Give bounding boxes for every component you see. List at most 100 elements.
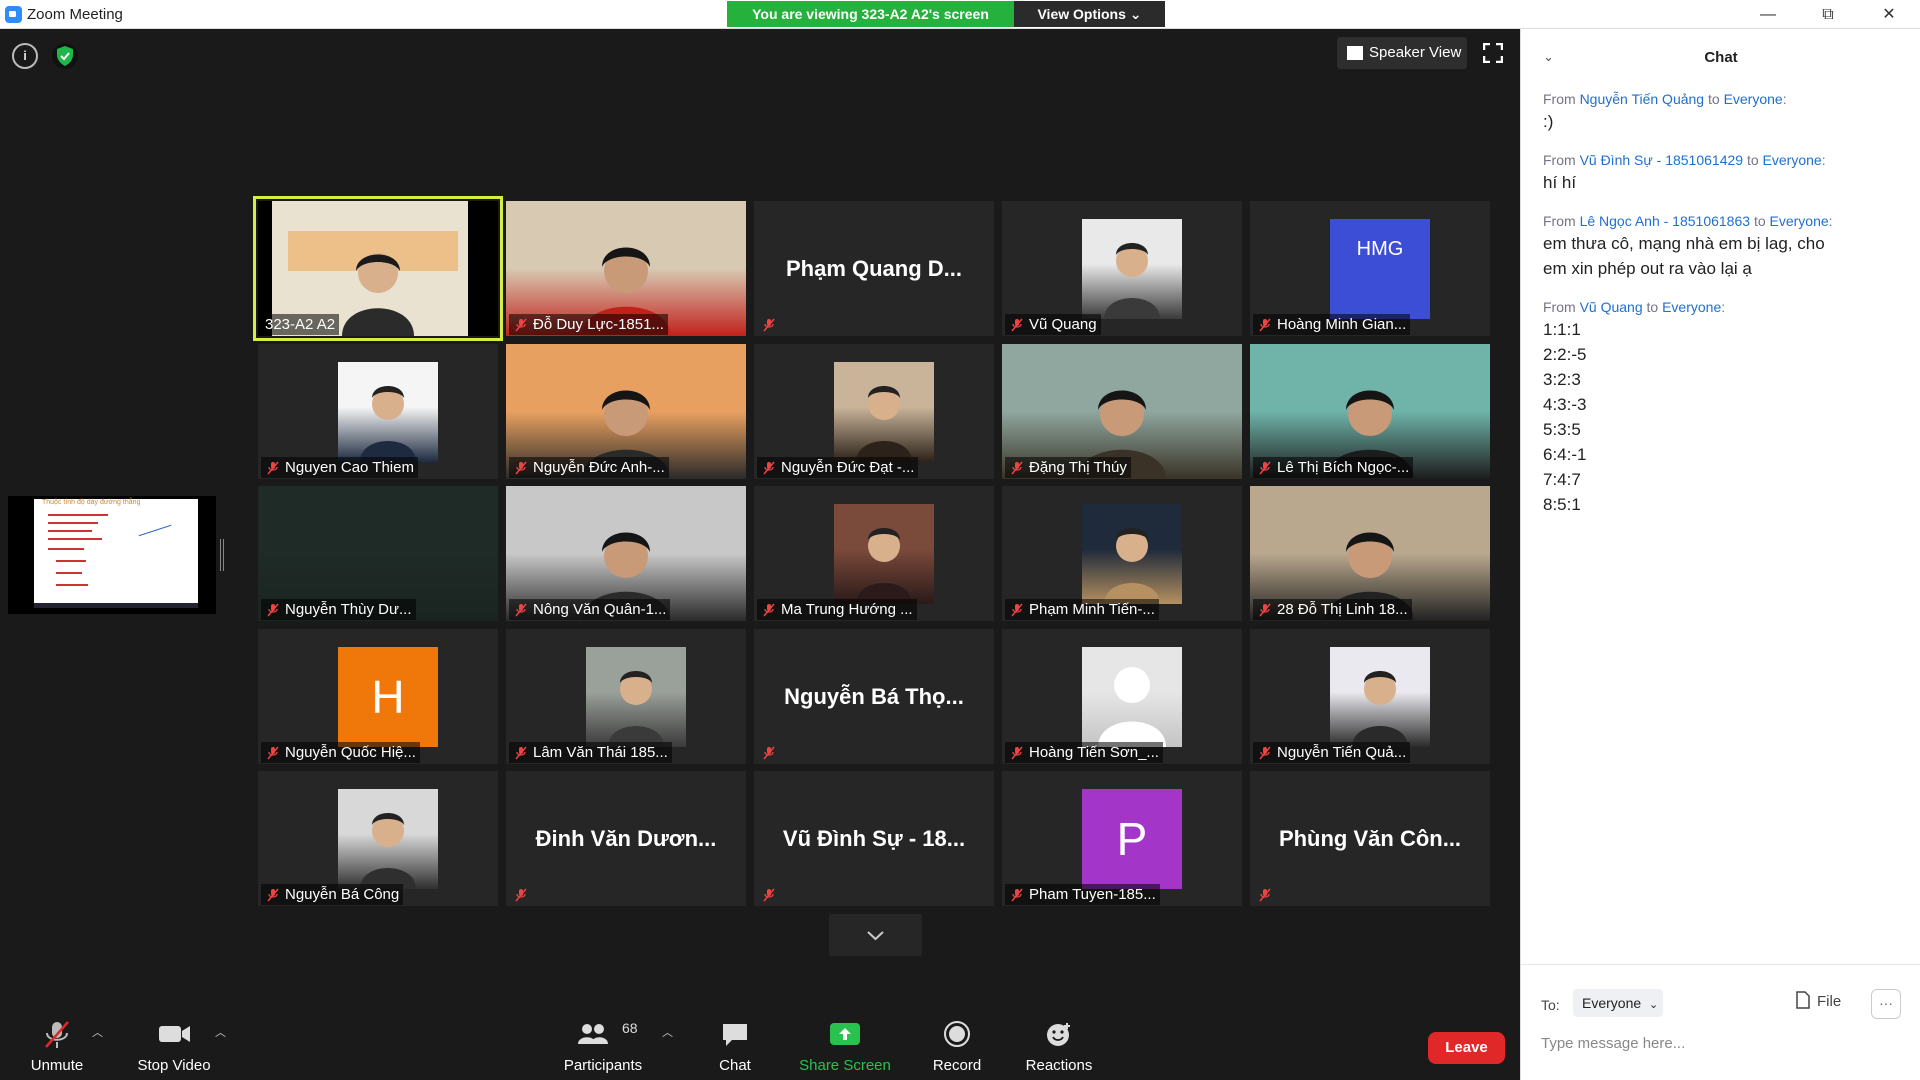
close-window-button[interactable]: ✕ bbox=[1866, 0, 1912, 29]
meeting-area: i Speaker View Thuộc tính độ dày đường t… bbox=[0, 29, 1520, 1080]
participant-name-label: Nông Văn Quân-1... bbox=[509, 599, 671, 620]
participant-tile[interactable]: Nguyễn Đức Anh-... bbox=[506, 344, 746, 479]
slide-text-line bbox=[56, 572, 82, 574]
participant-tile[interactable]: Nguyễn Đức Đạt -... bbox=[754, 344, 994, 479]
microphone-muted-icon bbox=[514, 888, 528, 902]
sender-name[interactable]: Lê Ngọc Anh - 1851061863 bbox=[1580, 213, 1750, 229]
share-screen-icon bbox=[795, 1020, 895, 1050]
participant-tile[interactable]: Vũ Quang bbox=[1002, 201, 1242, 336]
microphone-muted-icon bbox=[1010, 888, 1024, 902]
sender-name[interactable]: Nguyễn Tiến Quảng bbox=[1580, 91, 1705, 107]
chat-message: From Vũ Quang to Everyone: 1:1:1 2:2:-5 3… bbox=[1543, 297, 1903, 517]
recipient-name[interactable]: Everyone bbox=[1770, 213, 1829, 229]
unmute-button[interactable]: Unmute bbox=[22, 1010, 92, 1080]
minimize-button[interactable]: — bbox=[1745, 0, 1791, 29]
sender-name[interactable]: Vũ Đình Sự - 1851061429 bbox=[1580, 152, 1744, 168]
microphone-muted-icon bbox=[762, 888, 776, 902]
leave-button[interactable]: Leave bbox=[1428, 1032, 1505, 1064]
to-word: to bbox=[1707, 91, 1720, 107]
participant-tile[interactable]: 28 Đỗ Thị Linh 18... bbox=[1250, 486, 1490, 621]
record-button[interactable]: Record bbox=[922, 1010, 992, 1080]
to-word: to bbox=[1646, 299, 1659, 315]
info-icon[interactable]: i bbox=[12, 43, 38, 69]
profile-photo bbox=[1330, 647, 1430, 747]
recipient-name[interactable]: Everyone bbox=[1662, 299, 1721, 315]
microphone-muted-icon bbox=[514, 603, 528, 617]
reactions-button[interactable]: Reactions bbox=[1015, 1010, 1103, 1080]
profile-photo bbox=[834, 504, 934, 604]
participant-tile[interactable]: H Nguyễn Quốc Hiệ... bbox=[258, 629, 498, 764]
recipient-select[interactable]: Everyone ⌄ bbox=[1573, 989, 1663, 1017]
participant-tile[interactable]: Phạm Minh Tiến-... bbox=[1002, 486, 1242, 621]
participant-tile[interactable]: Đỗ Duy Lực-1851... bbox=[506, 201, 746, 336]
encryption-shield-icon[interactable] bbox=[52, 43, 78, 69]
recipient-name[interactable]: Everyone bbox=[1724, 91, 1783, 107]
next-page-button[interactable] bbox=[829, 914, 922, 956]
participant-tile[interactable]: Nguyễn Tiến Quả... bbox=[1250, 629, 1490, 764]
participants-caret-icon[interactable]: ︿ bbox=[662, 1024, 673, 1040]
profile-photo bbox=[586, 647, 686, 747]
default-avatar bbox=[1082, 647, 1182, 747]
participant-tile[interactable]: Nguyễn Bá Thọ... bbox=[754, 629, 994, 764]
recipient-name[interactable]: Everyone bbox=[1763, 152, 1822, 168]
participants-button[interactable]: 68 Participants bbox=[555, 1010, 651, 1080]
participant-tile[interactable]: Vũ Đình Sự - 18... bbox=[754, 771, 994, 906]
participant-name-label: Nguyễn Đức Đạt -... bbox=[757, 457, 919, 478]
participant-name-label: Nguyễn Bá Công bbox=[261, 884, 404, 905]
participant-tile[interactable]: Phạm Quang D... bbox=[754, 201, 994, 336]
colon: : bbox=[1721, 299, 1726, 315]
file-icon bbox=[1796, 991, 1810, 1009]
microphone-muted-icon bbox=[266, 603, 280, 617]
chat-bubble-icon bbox=[700, 1020, 770, 1050]
participant-tile[interactable]: Đặng Thị Thúy bbox=[1002, 344, 1242, 479]
participant-tile[interactable]: 323-A2 A2 bbox=[253, 196, 503, 341]
file-button[interactable]: File bbox=[1795, 991, 1841, 1010]
microphone-muted-icon bbox=[762, 318, 776, 332]
microphone-muted-icon bbox=[1010, 318, 1024, 332]
shared-screen-thumbnail[interactable]: Thuộc tính độ dày đường thẳng bbox=[8, 496, 216, 614]
participant-tile[interactable]: Nguyen Cao Thiem bbox=[258, 344, 498, 479]
to-word: to bbox=[1753, 213, 1766, 229]
chat-message: From Nguyễn Tiến Quảng to Everyone::) bbox=[1543, 89, 1903, 134]
participant-name-label: Pham Tuyen-185... bbox=[1005, 884, 1160, 905]
chat-message-header: From Lê Ngọc Anh - 1851061863 to Everyon… bbox=[1543, 211, 1903, 231]
participant-name-label: Ma Trung Hướng ... bbox=[757, 599, 917, 620]
participant-tile[interactable]: Nguyễn Thùy Dư... bbox=[258, 486, 498, 621]
more-options-button[interactable]: ··· bbox=[1871, 989, 1901, 1019]
resize-handle[interactable] bbox=[220, 539, 224, 571]
profile-photo bbox=[834, 362, 934, 462]
chat-message: From Vũ Đình Sự - 1851061429 to Everyone… bbox=[1543, 150, 1903, 195]
participant-tile[interactable]: Lâm Văn Thái 185... bbox=[506, 629, 746, 764]
participant-tile[interactable]: Phùng Văn Côn... bbox=[1250, 771, 1490, 906]
message-input[interactable] bbox=[1541, 1035, 1901, 1052]
chat-message: From Lê Ngọc Anh - 1851061863 to Everyon… bbox=[1543, 211, 1903, 281]
participant-tile[interactable]: Hoàng Tiến Sơn_... bbox=[1002, 629, 1242, 764]
participant-tile[interactable]: Đinh Văn Dươn... bbox=[506, 771, 746, 906]
stop-video-button[interactable]: Stop Video bbox=[130, 1010, 218, 1080]
microphone-muted-icon bbox=[1258, 603, 1272, 617]
participant-tile[interactable]: Nông Văn Quân-1... bbox=[506, 486, 746, 621]
chat-header: ⌄ Chat bbox=[1521, 29, 1920, 85]
participant-tile[interactable]: Nguyễn Bá Công bbox=[258, 771, 498, 906]
participant-display-name: Phạm Quang D... bbox=[785, 256, 963, 281]
participant-tile[interactable]: Ma Trung Hướng ... bbox=[754, 486, 994, 621]
participant-display-name: Vũ Đình Sự - 18... bbox=[782, 826, 966, 851]
participant-tile[interactable]: HMG Hoàng Minh Gian... bbox=[1250, 201, 1490, 336]
video-options-caret-icon[interactable]: ︿ bbox=[215, 1024, 226, 1040]
chat-button[interactable]: Chat bbox=[700, 1010, 770, 1080]
chat-message-header: From Nguyễn Tiến Quảng to Everyone: bbox=[1543, 89, 1903, 109]
microphone-muted-icon bbox=[1258, 746, 1272, 760]
chat-message-text: 1:1:1 2:2:-5 3:2:3 4:3:-3 5:3:5 6:4:-1 7… bbox=[1543, 320, 1587, 514]
participant-tile[interactable]: Lê Thị Bích Ngọc-... bbox=[1250, 344, 1490, 479]
speaker-view-button[interactable]: Speaker View bbox=[1337, 37, 1467, 69]
unmute-label: Unmute bbox=[30, 1057, 84, 1074]
participant-tile[interactable]: P Pham Tuyen-185... bbox=[1002, 771, 1242, 906]
view-options-button[interactable]: View Options ⌄ bbox=[1014, 1, 1165, 27]
sender-name[interactable]: Vũ Quang bbox=[1580, 299, 1643, 315]
restore-button[interactable]: ⧉ bbox=[1805, 0, 1851, 29]
audio-options-caret-icon[interactable]: ︿ bbox=[92, 1024, 103, 1040]
participant-name-label: Nguyễn Quốc Hiệ... bbox=[261, 742, 420, 763]
share-screen-button[interactable]: Share Screen bbox=[795, 1010, 895, 1080]
fullscreen-icon[interactable] bbox=[1482, 42, 1504, 64]
participant-name-label: Lê Thị Bích Ngọc-... bbox=[1253, 457, 1414, 478]
